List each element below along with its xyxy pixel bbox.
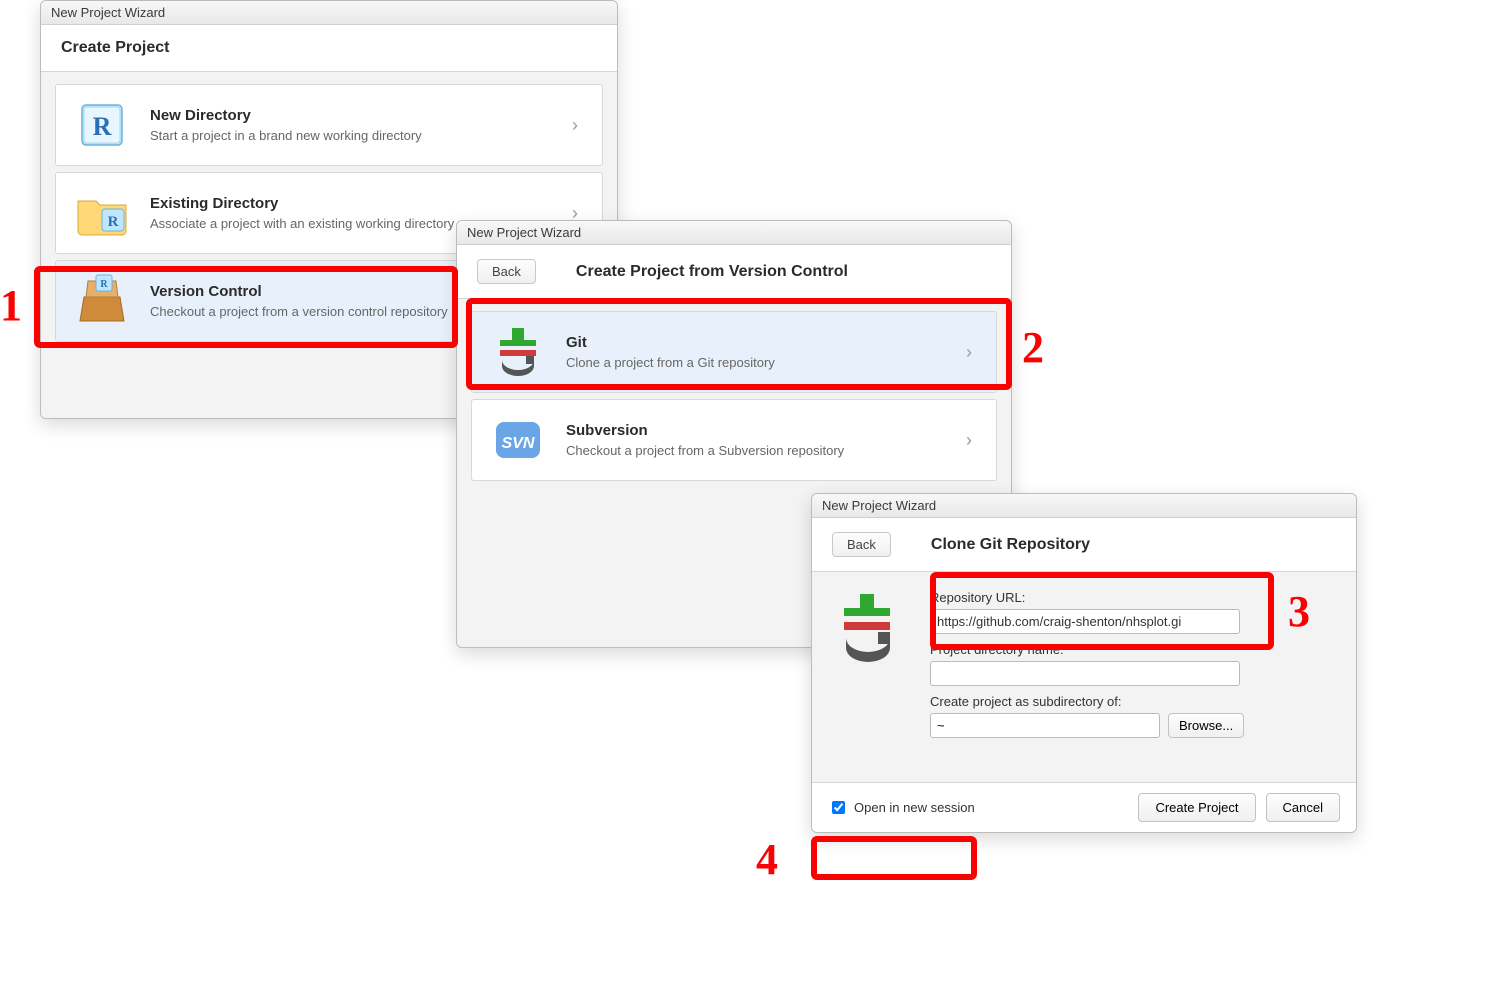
option-title: Subversion	[566, 422, 844, 439]
back-button[interactable]: Back	[832, 532, 891, 557]
back-button[interactable]: Back	[477, 259, 536, 284]
chevron-right-icon: ›	[966, 342, 978, 363]
option-subtitle: Checkout a project from a Subversion rep…	[566, 443, 844, 458]
header-section: Create Project	[41, 25, 617, 72]
annotation-number-1: 1	[0, 280, 22, 331]
option-subtitle: Start a project in a brand new working d…	[150, 128, 422, 143]
annotation-number-4: 4	[756, 834, 778, 885]
page-title: Create Project	[61, 39, 170, 57]
svn-icon: SVN	[490, 412, 546, 468]
cancel-button[interactable]: Cancel	[1266, 793, 1340, 822]
repo-url-input[interactable]	[930, 609, 1240, 634]
new-directory-icon: R	[74, 97, 130, 153]
page-title: Clone Git Repository	[931, 536, 1090, 554]
repo-url-label: Repository URL:	[930, 590, 1336, 605]
dir-name-input[interactable]	[930, 661, 1240, 686]
browse-button[interactable]: Browse...	[1168, 713, 1244, 738]
option-subtitle: Checkout a project from a version contro…	[150, 304, 448, 319]
subdir-input[interactable]	[930, 713, 1160, 738]
dialog-footer: Open in new session Create Project Cance…	[812, 782, 1356, 832]
dir-name-label: Project directory name:	[930, 642, 1336, 657]
window-title: New Project Wizard	[812, 494, 1356, 518]
header-section: Back Clone Git Repository	[812, 518, 1356, 572]
create-project-button[interactable]: Create Project	[1138, 793, 1255, 822]
header-section: Back Create Project from Version Control	[457, 245, 1011, 299]
option-title: New Directory	[150, 107, 422, 124]
option-text: Subversion Checkout a project from a Sub…	[566, 422, 844, 458]
svg-text:R: R	[100, 279, 108, 290]
option-subtitle: Clone a project from a Git repository	[566, 355, 775, 370]
page-title: Create Project from Version Control	[576, 263, 848, 281]
clone-form: Repository URL: Project directory name: …	[812, 572, 1356, 782]
open-new-session-checkbox[interactable]	[832, 801, 845, 814]
annotation-number-2: 2	[1022, 322, 1044, 373]
option-git[interactable]: Git Clone a project from a Git repositor…	[471, 311, 997, 393]
wizard-window-3: New Project Wizard Back Clone Git Reposi…	[811, 493, 1357, 833]
git-icon	[490, 324, 546, 380]
option-text: Existing Directory Associate a project w…	[150, 195, 454, 231]
svg-text:SVN: SVN	[502, 435, 535, 452]
option-title: Version Control	[150, 283, 448, 300]
option-text: Version Control Checkout a project from …	[150, 283, 448, 319]
git-icon	[832, 590, 902, 766]
option-subversion[interactable]: SVN Subversion Checkout a project from a…	[471, 399, 997, 481]
svg-text:R: R	[93, 112, 112, 141]
chevron-right-icon: ›	[572, 115, 584, 136]
option-new-directory[interactable]: R New Directory Start a project in a bra…	[55, 84, 603, 166]
version-control-icon: R	[74, 273, 130, 329]
subdir-label: Create project as subdirectory of:	[930, 694, 1336, 709]
option-title: Existing Directory	[150, 195, 454, 212]
window-title: New Project Wizard	[457, 221, 1011, 245]
chevron-right-icon: ›	[966, 430, 978, 451]
annotation-box-4	[811, 836, 977, 880]
option-subtitle: Associate a project with an existing wor…	[150, 216, 454, 231]
option-title: Git	[566, 334, 775, 351]
window-title: New Project Wizard	[41, 1, 617, 25]
option-text: New Directory Start a project in a brand…	[150, 107, 422, 143]
option-text: Git Clone a project from a Git repositor…	[566, 334, 775, 370]
form-fields: Repository URL: Project directory name: …	[930, 590, 1336, 766]
open-new-session-row[interactable]: Open in new session	[828, 798, 975, 817]
open-new-session-label: Open in new session	[854, 800, 975, 815]
svg-text:R: R	[108, 214, 119, 230]
existing-directory-icon: R	[74, 185, 130, 241]
